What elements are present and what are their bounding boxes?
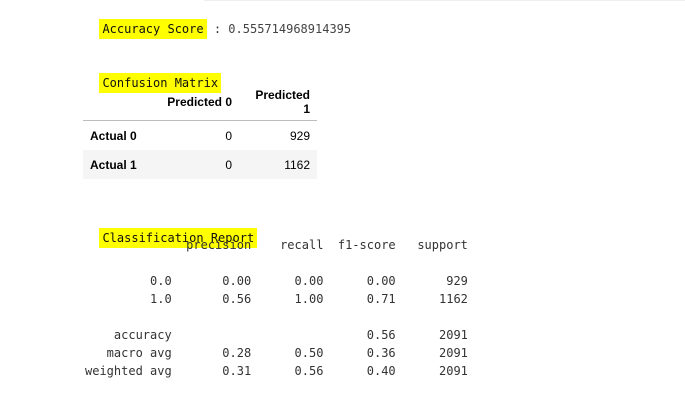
column-header-predicted-1: Predicted 1 [239, 82, 317, 121]
table-cell: 1162 [284, 157, 310, 172]
accuracy-separator: : [206, 22, 229, 36]
table-row: Actual 0 0 929 [83, 121, 317, 151]
top-divider [204, 0, 685, 1]
report-line-class-0: 0.0 0.00 0.00 0.00 929 [85, 274, 468, 288]
row-header-actual-1: Actual 1 [90, 157, 137, 172]
report-line-class-1: 1.0 0.56 1.00 0.71 1162 [85, 292, 468, 306]
table-header-row: Predicted 0 Predicted 1 [83, 82, 317, 121]
confusion-matrix-table: Predicted 0 Predicted 1 Actual 0 0 929 A… [83, 82, 317, 179]
classification-report-text: precision recall f1-score support 0.0 0.… [85, 236, 468, 380]
table-cell: 0 [225, 128, 232, 143]
report-line-weighted-avg: weighted avg 0.31 0.56 0.40 2091 [85, 364, 468, 378]
column-header-predicted-0: Predicted 0 [155, 82, 239, 121]
accuracy-output: Accuracy Score : 0.555714968914395 [85, 7, 352, 39]
report-line-header: precision recall f1-score support [85, 238, 468, 252]
report-line-accuracy: accuracy 0.56 2091 [85, 328, 468, 342]
table-cell: 0 [225, 157, 232, 172]
accuracy-label: Accuracy Score [99, 19, 207, 39]
report-line-macro-avg: macro avg 0.28 0.50 0.36 2091 [85, 346, 468, 360]
row-header-actual-0: Actual 0 [90, 128, 137, 143]
table-cell: 929 [289, 128, 310, 143]
table-corner-cell [83, 82, 155, 121]
accuracy-value: 0.555714968914395 [228, 22, 352, 36]
table-row: Actual 1 0 1162 [83, 150, 317, 179]
